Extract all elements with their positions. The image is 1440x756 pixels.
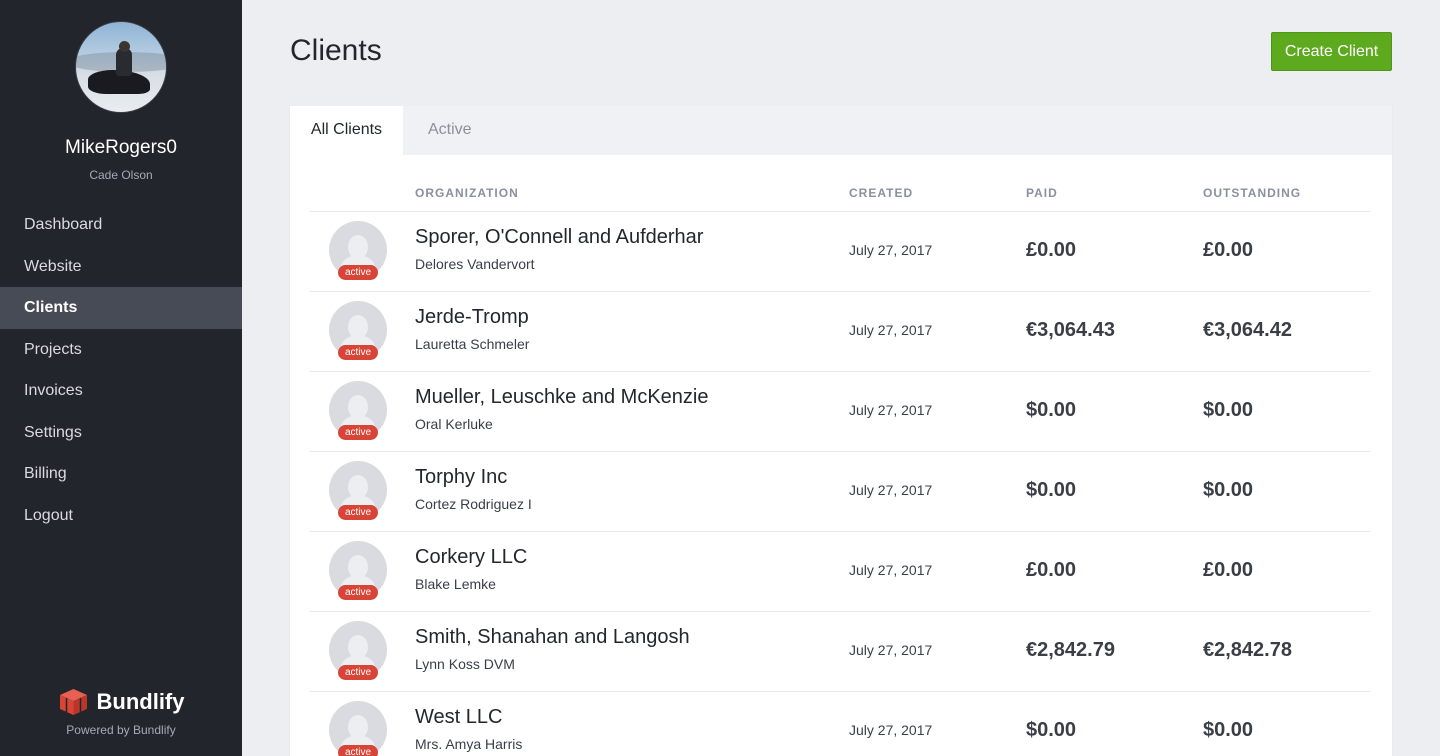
client-table-body: active Sporer, O'Connell and Aufderhar D…	[310, 212, 1371, 756]
paid-amount: €3,064.43	[1026, 319, 1115, 341]
sidebar-nav: Dashboard Website Clients Projects Invoi…	[0, 204, 242, 536]
column-organization[interactable]: ORGANIZATION	[415, 186, 519, 200]
outstanding-amount: €2,842.78	[1203, 639, 1292, 661]
contact-name: Oral Kerluke	[415, 416, 493, 432]
organization-name[interactable]: Mueller, Leuschke and McKenzie	[415, 386, 709, 409]
sidebar-item-website[interactable]: Website	[0, 246, 242, 288]
status-badge: active	[338, 265, 378, 280]
created-date: July 27, 2017	[849, 322, 933, 338]
contact-name: Mrs. Amya Harris	[415, 736, 523, 752]
table-row[interactable]: active Torphy Inc Cortez Rodriguez I Jul…	[310, 452, 1371, 532]
organization-name[interactable]: Torphy Inc	[415, 466, 507, 489]
sidebar-item-dashboard[interactable]: Dashboard	[0, 204, 242, 246]
paid-amount: £0.00	[1026, 559, 1077, 581]
table-row[interactable]: active Mueller, Leuschke and McKenzie Or…	[310, 372, 1371, 452]
created-date: July 27, 2017	[849, 482, 933, 498]
sidebar-item-invoices[interactable]: Invoices	[0, 370, 242, 412]
column-outstanding[interactable]: OUTSTANDING	[1203, 186, 1301, 200]
outstanding-amount: £0.00	[1203, 239, 1254, 261]
contact-name: Cortez Rodriguez I	[415, 496, 532, 512]
box-logo-icon	[58, 688, 89, 716]
tab-bar: All Clients Active	[290, 106, 1392, 155]
sidebar-item-projects[interactable]: Projects	[0, 329, 242, 371]
contact-name: Blake Lemke	[415, 576, 496, 592]
page-title: Clients	[290, 34, 382, 67]
sidebar-item-clients[interactable]: Clients	[0, 287, 242, 329]
table-row[interactable]: active Jerde-Tromp Lauretta Schmeler Jul…	[310, 292, 1371, 372]
paid-amount: £0.00	[1026, 239, 1077, 261]
organization-name[interactable]: Corkery LLC	[415, 546, 527, 569]
table-row[interactable]: active Corkery LLC Blake Lemke July 27, …	[310, 532, 1371, 612]
table-header: ORGANIZATION CREATED PAID OUTSTANDING	[310, 155, 1371, 212]
created-date: July 27, 2017	[849, 642, 933, 658]
organization-name[interactable]: Jerde-Tromp	[415, 306, 529, 329]
paid-amount: €2,842.79	[1026, 639, 1115, 661]
tab-active[interactable]: Active	[428, 106, 472, 155]
created-date: July 27, 2017	[849, 402, 933, 418]
status-badge: active	[338, 345, 378, 360]
outstanding-amount: €3,064.42	[1203, 319, 1292, 341]
sidebar-item-settings[interactable]: Settings	[0, 412, 242, 454]
column-paid[interactable]: PAID	[1026, 186, 1058, 200]
table-row[interactable]: active West LLC Mrs. Amya Harris July 27…	[310, 692, 1371, 756]
status-badge: active	[338, 585, 378, 600]
organization-name[interactable]: West LLC	[415, 706, 502, 729]
username: MikeRogers0	[65, 137, 177, 158]
outstanding-amount: $0.00	[1203, 479, 1254, 501]
status-badge: active	[338, 665, 378, 680]
organization-name[interactable]: Smith, Shanahan and Langosh	[415, 626, 690, 649]
paid-amount: $0.00	[1026, 479, 1077, 501]
created-date: July 27, 2017	[849, 242, 933, 258]
sidebar: MikeRogers0 Cade Olson Dashboard Website…	[0, 0, 242, 756]
outstanding-amount: $0.00	[1203, 399, 1254, 421]
sidebar-item-billing[interactable]: Billing	[0, 453, 242, 495]
brand-name: Bundlify	[96, 689, 185, 714]
user-avatar[interactable]	[75, 21, 167, 113]
table-row[interactable]: active Smith, Shanahan and Langosh Lynn …	[310, 612, 1371, 692]
created-date: July 27, 2017	[849, 722, 933, 738]
create-client-button[interactable]: Create Client	[1271, 32, 1392, 71]
contact-name: Lynn Koss DVM	[415, 656, 515, 672]
contact-name: Delores Vandervort	[415, 256, 535, 272]
status-badge: active	[338, 425, 378, 440]
outstanding-amount: $0.00	[1203, 719, 1254, 741]
tab-all-clients[interactable]: All Clients	[290, 106, 403, 155]
clients-card: All Clients Active ORGANIZATION CREATED …	[290, 106, 1392, 756]
column-created[interactable]: CREATED	[849, 186, 913, 200]
sidebar-item-logout[interactable]: Logout	[0, 495, 242, 537]
status-badge: active	[338, 505, 378, 520]
brand: Bundlify	[0, 688, 242, 721]
paid-amount: $0.00	[1026, 719, 1077, 741]
outstanding-amount: £0.00	[1203, 559, 1254, 581]
powered-by: Powered by Bundlify	[66, 723, 176, 737]
table-row[interactable]: active Sporer, O'Connell and Aufderhar D…	[310, 212, 1371, 292]
user-subname: Cade Olson	[89, 168, 153, 182]
created-date: July 27, 2017	[849, 562, 933, 578]
organization-name[interactable]: Sporer, O'Connell and Aufderhar	[415, 226, 703, 249]
status-badge: active	[338, 745, 378, 756]
paid-amount: $0.00	[1026, 399, 1077, 421]
contact-name: Lauretta Schmeler	[415, 336, 530, 352]
